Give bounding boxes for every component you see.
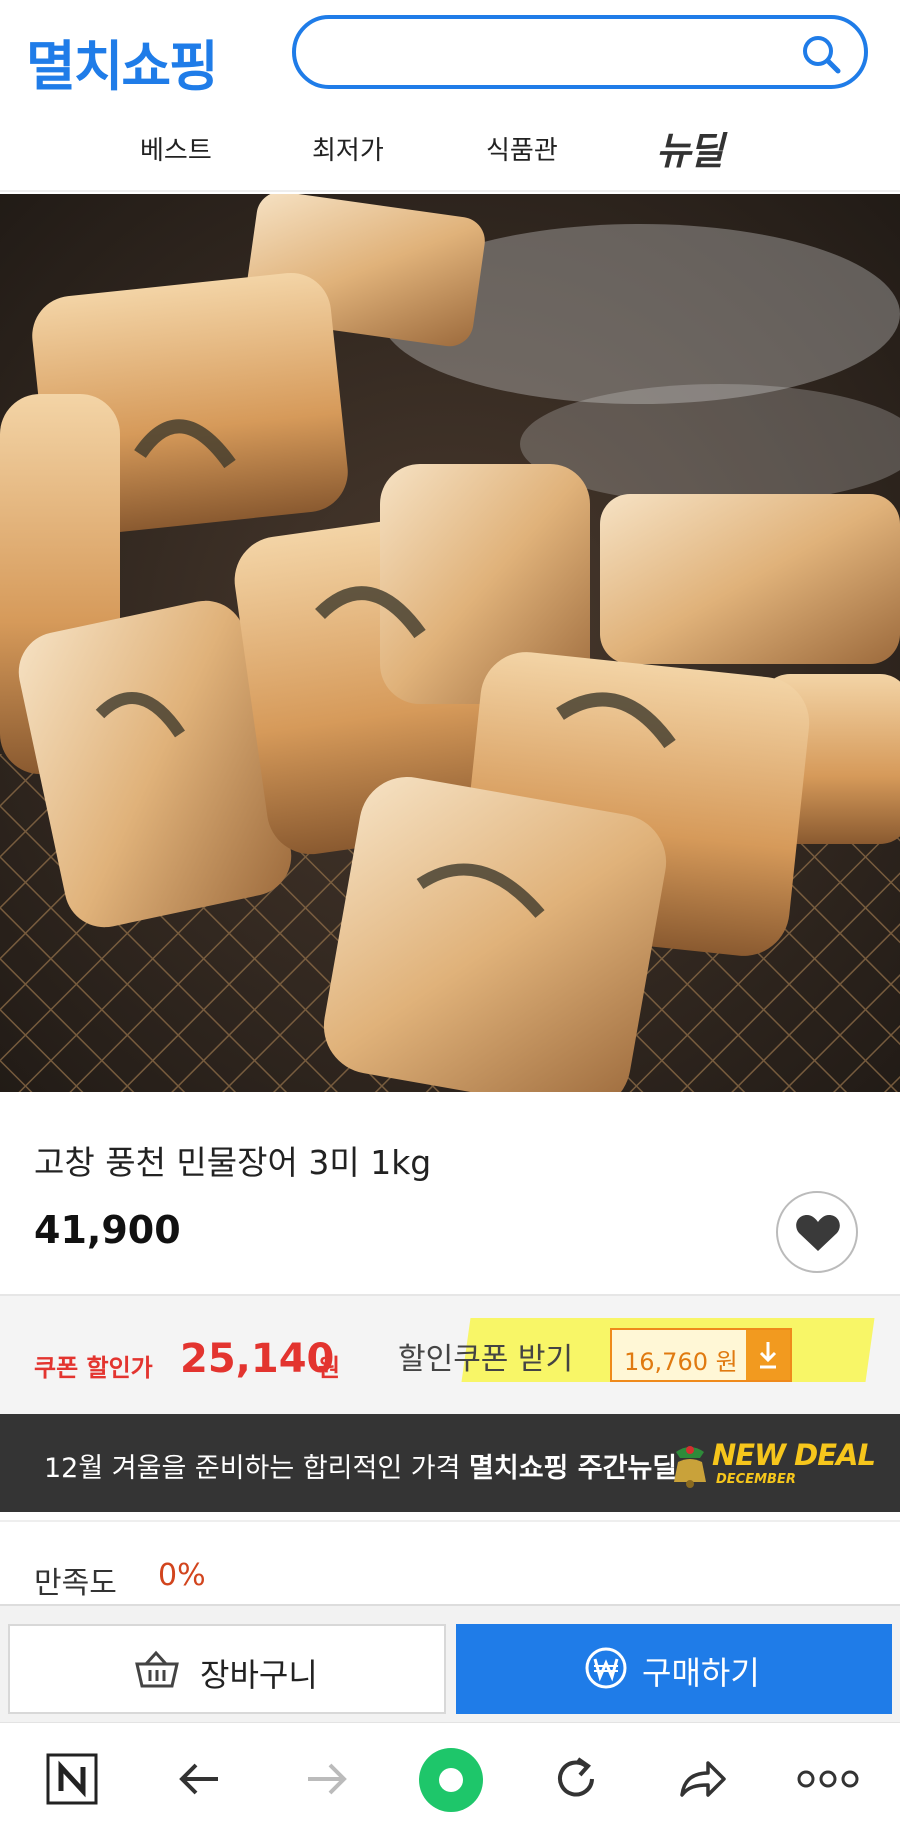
logo[interactable]: 멸치쇼핑 bbox=[26, 22, 219, 101]
weekly-newdeal-banner[interactable]: 12월 겨울을 준비하는 합리적인 가격 멸치쇼핑 주간뉴딜 NEW DEAL … bbox=[0, 1414, 900, 1512]
search-icon[interactable] bbox=[800, 33, 842, 75]
banner-text: 12월 겨울을 준비하는 합리적인 가격 멸치쇼핑 주간뉴딜 bbox=[44, 1446, 677, 1485]
coupon-price: 25,140 bbox=[180, 1336, 335, 1382]
newdeal-badge-sub: DECEMBER bbox=[716, 1472, 796, 1487]
category-nav: 베스트 최저가 식품관 뉴딜 bbox=[0, 110, 900, 190]
browser-toolbar bbox=[0, 1722, 900, 1834]
product-price: 41,900 bbox=[34, 1208, 181, 1252]
satisfaction-row: 만족도 0% bbox=[0, 1520, 900, 1604]
refresh-icon[interactable] bbox=[548, 1751, 608, 1811]
banner-text-bold: 멸치쇼핑 주간뉴딜 bbox=[469, 1453, 678, 1484]
cart-button-label: 장바구니 bbox=[200, 1656, 318, 1694]
satisfaction-value: 0% bbox=[158, 1558, 206, 1593]
nav-item-new-deal[interactable]: 뉴딜 bbox=[656, 120, 724, 175]
more-icon[interactable] bbox=[796, 1751, 860, 1811]
search-input[interactable] bbox=[324, 33, 784, 71]
home-circle-icon[interactable] bbox=[416, 1745, 486, 1815]
coupon-download-button[interactable]: 16,760 원 bbox=[610, 1328, 792, 1382]
coupon-value: 16,760 원 bbox=[624, 1348, 738, 1376]
naver-n-icon[interactable] bbox=[44, 1751, 104, 1811]
download-icon-box bbox=[746, 1330, 790, 1380]
product-title: 고창 풍천 민물장어 3미 1kg bbox=[34, 1143, 432, 1182]
buy-button-label: 구매하기 bbox=[642, 1654, 760, 1692]
newdeal-badge: NEW DEAL bbox=[712, 1438, 876, 1472]
nav-item-best[interactable]: 베스트 bbox=[140, 130, 212, 167]
back-arrow-icon[interactable] bbox=[172, 1751, 232, 1811]
get-coupon-label[interactable]: 할인쿠폰 받기 bbox=[398, 1334, 573, 1378]
heart-icon bbox=[796, 1215, 840, 1251]
purchase-action-bar: 장바구니 구매하기 bbox=[0, 1604, 900, 1722]
nav-item-food[interactable]: 식품관 bbox=[486, 130, 558, 167]
share-icon[interactable] bbox=[674, 1751, 734, 1811]
forward-arrow-icon[interactable] bbox=[298, 1751, 358, 1811]
satisfaction-label: 만족도 bbox=[34, 1566, 117, 1601]
coupon-price-unit: 원 bbox=[318, 1354, 341, 1382]
header: 멸치쇼핑 베스트 최저가 식품관 뉴딜 bbox=[0, 0, 900, 192]
nav-item-lowest-price[interactable]: 최저가 bbox=[312, 130, 384, 167]
download-icon bbox=[759, 1342, 777, 1369]
banner-text-prefix: 12월 겨울을 준비하는 합리적인 가격 bbox=[44, 1453, 470, 1484]
coupon-bar: 쿠폰 할인가 25,140 원 할인쿠폰 받기 16,760 원 bbox=[0, 1294, 900, 1414]
search-bar[interactable] bbox=[292, 15, 868, 89]
won-icon bbox=[585, 1647, 627, 1689]
product-image bbox=[0, 194, 900, 1092]
coupon-price-label: 쿠폰 할인가 bbox=[34, 1354, 153, 1382]
basket-icon bbox=[135, 1650, 179, 1688]
grilled-eel-photo bbox=[0, 194, 900, 1092]
buy-button[interactable]: 구매하기 bbox=[456, 1624, 892, 1714]
wishlist-button[interactable] bbox=[776, 1191, 858, 1273]
bell-icon bbox=[674, 1446, 706, 1488]
cart-button[interactable]: 장바구니 bbox=[8, 1624, 446, 1714]
